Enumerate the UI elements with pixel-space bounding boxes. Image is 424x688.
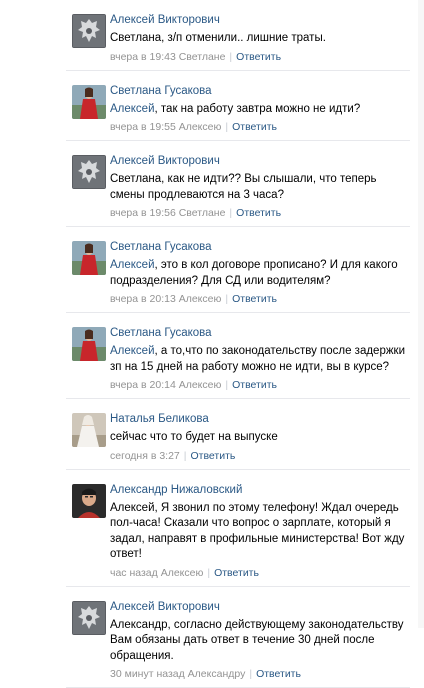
reply-button[interactable]: Ответить xyxy=(191,450,236,462)
comment-author[interactable]: Светлана Гусакова xyxy=(110,240,410,254)
comment-meta: вчера в 19:43 Светлане | Ответить xyxy=(110,51,410,64)
reply-button[interactable]: Ответить xyxy=(232,121,277,133)
page-left-margin xyxy=(0,0,66,628)
comment-text: сейчас что то будет на выпуске xyxy=(110,430,410,446)
meta-separator: | xyxy=(225,293,228,305)
comment-author[interactable]: Наталья Беликова xyxy=(110,412,410,426)
comment-item: Светлана Гусакова Алексей, а то,что по з… xyxy=(66,313,410,399)
comment-meta: вчера в 20:14 Алексею | Ответить xyxy=(110,379,410,392)
comment-text: Алексей, это в кол договоре прописано? И… xyxy=(110,258,410,289)
comment-text: Алексей, так на работу завтра можно не и… xyxy=(110,102,410,118)
comment-author[interactable]: Алексей Викторович xyxy=(110,13,410,27)
comment-timestamp[interactable]: час назад Алексею xyxy=(110,567,203,579)
reply-button[interactable]: Ответить xyxy=(214,567,259,579)
mention-link[interactable]: Алексей xyxy=(110,103,155,115)
meta-separator: | xyxy=(207,567,210,579)
comment-body: , а то,что по законодательству после зад… xyxy=(110,345,405,373)
bride-avatar[interactable] xyxy=(72,413,106,447)
comment-timestamp[interactable]: сегодня в 3:27 xyxy=(110,450,180,462)
coat-of-arms-avatar[interactable] xyxy=(72,155,106,189)
meta-separator: | xyxy=(184,450,187,462)
comment-timestamp[interactable]: 30 минут назад Александру xyxy=(110,668,245,680)
comment-item: Александр Нижаловский Алексей, Я звонил … xyxy=(66,470,410,587)
meta-separator: | xyxy=(229,207,232,219)
comment-timestamp[interactable]: вчера в 20:13 Алексею xyxy=(110,293,221,305)
comment-timestamp[interactable]: вчера в 19:55 Алексею xyxy=(110,121,221,133)
comment-text: Алексей, Я звонил по этому телефону! Жда… xyxy=(110,501,410,563)
scroll-gutter xyxy=(418,0,424,628)
comment-item: Алексей Викторович Александр, согласно д… xyxy=(66,587,410,688)
comment-author[interactable]: Светлана Гусакова xyxy=(110,84,410,98)
mention-link[interactable]: Алексей xyxy=(110,345,155,357)
reply-button[interactable]: Ответить xyxy=(232,379,277,391)
comment-timestamp[interactable]: вчера в 19:43 Светлане xyxy=(110,51,225,63)
comment-item: Алексей Викторович Светлана, з/п отменил… xyxy=(66,0,410,71)
comments-list: Алексей Викторович Светлана, з/п отменил… xyxy=(66,0,410,688)
comment-item: Светлана Гусакова Алексей, так на работу… xyxy=(66,71,410,142)
coat-of-arms-avatar[interactable] xyxy=(72,14,106,48)
mention-link[interactable]: Алексей xyxy=(110,259,155,271)
meta-separator: | xyxy=(229,51,232,63)
woman-red-dress-avatar[interactable] xyxy=(72,241,106,275)
man-portrait-avatar[interactable] xyxy=(72,484,106,518)
comment-body: , так на работу завтра можно не идти? xyxy=(155,103,361,115)
meta-separator: | xyxy=(225,379,228,391)
comment-meta: вчера в 19:55 Алексею | Ответить xyxy=(110,121,410,134)
comment-author[interactable]: Алексей Викторович xyxy=(110,600,410,614)
coat-of-arms-avatar[interactable] xyxy=(72,601,106,635)
comment-meta: 30 минут назад Александру | Ответить xyxy=(110,668,410,681)
meta-separator: | xyxy=(249,668,252,680)
comment-item: Светлана Гусакова Алексей, это в кол дог… xyxy=(66,227,410,313)
comment-item: Наталья Беликова сейчас что то будет на … xyxy=(66,399,410,470)
comment-meta: вчера в 19:56 Светлане | Ответить xyxy=(110,207,410,220)
comment-text: Светлана, з/п отменили.. лишние траты. xyxy=(110,31,410,47)
comment-author[interactable]: Алексей Викторович xyxy=(110,154,410,168)
comment-item: Алексей Викторович Светлана, как не идти… xyxy=(66,141,410,227)
reply-button[interactable]: Ответить xyxy=(236,207,281,219)
comment-text: Светлана, как не идти?? Вы слышали, что … xyxy=(110,172,410,203)
woman-red-dress-avatar[interactable] xyxy=(72,327,106,361)
meta-separator: | xyxy=(225,121,228,133)
comment-meta: вчера в 20:13 Алексею | Ответить xyxy=(110,293,410,306)
reply-button[interactable]: Ответить xyxy=(256,668,301,680)
comment-text: Алексей, а то,что по законодательству по… xyxy=(110,344,410,375)
woman-red-dress-avatar[interactable] xyxy=(72,85,106,119)
reply-button[interactable]: Ответить xyxy=(232,293,277,305)
comment-meta: сегодня в 3:27 | Ответить xyxy=(110,450,410,463)
reply-button[interactable]: Ответить xyxy=(236,51,281,63)
comment-timestamp[interactable]: вчера в 20:14 Алексею xyxy=(110,379,221,391)
comment-author[interactable]: Александр Нижаловский xyxy=(110,483,410,497)
comment-text: Александр, согласно действующему законод… xyxy=(110,618,410,665)
comment-author[interactable]: Светлана Гусакова xyxy=(110,326,410,340)
comment-timestamp[interactable]: вчера в 19:56 Светлане xyxy=(110,207,225,219)
comment-meta: час назад Алексею | Ответить xyxy=(110,567,410,580)
